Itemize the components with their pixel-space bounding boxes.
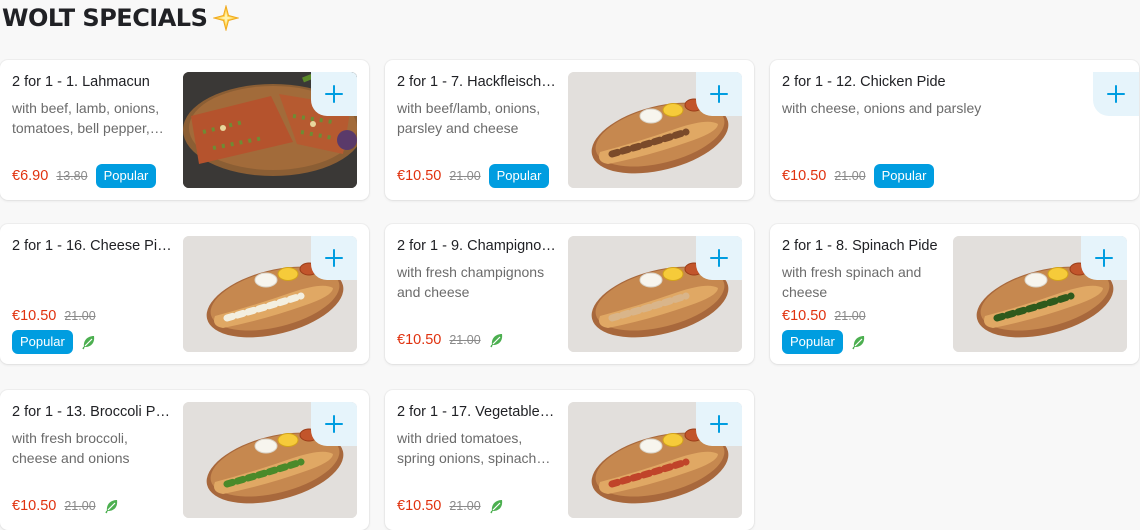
item-name: 2 for 1 - 12. Chicken Pide [782, 74, 946, 90]
item-price: €10.50 [397, 498, 442, 514]
add-to-cart-button[interactable] [311, 402, 357, 446]
item-description: with dried tomatoes, spring onions, spin… [397, 430, 537, 466]
popular-badge: Popular [95, 164, 157, 188]
item-price: €10.50 [12, 308, 57, 324]
item-price: €10.50 [782, 168, 827, 184]
item-description: with beef, lamb, onions, tomatoes, bell … [12, 100, 160, 136]
item-original-price: 21.00 [834, 169, 866, 183]
item-original-price: 21.00 [449, 499, 481, 513]
add-to-cart-button[interactable] [1081, 236, 1127, 280]
popular-badge: Popular [488, 164, 550, 188]
plus-icon [1107, 85, 1125, 103]
vegetarian-leaf-icon [852, 336, 864, 350]
item-original-price: 21.00 [64, 499, 96, 513]
price-row: €6.90 13.80 Popular [12, 164, 157, 188]
menu-item-card[interactable]: 2 for 1 - 16. Cheese Pide €10.50 21.00 Popu… [0, 224, 369, 364]
plus-icon [325, 415, 343, 433]
item-description: with cheese, onions and parsley [782, 100, 982, 116]
tag-row: Popular [782, 330, 867, 354]
item-original-price: 21.00 [834, 309, 866, 323]
price-row: €10.50 21.00 Popular [782, 164, 935, 188]
plus-icon [710, 415, 728, 433]
item-description: with beef/lamb, onions, parsley and chee… [397, 100, 541, 136]
item-price: €10.50 [397, 332, 442, 348]
vegetarian-leaf-icon [489, 334, 502, 348]
vegetarian-leaf-icon [104, 500, 117, 514]
item-description: with fresh champignons and cheese [397, 264, 545, 300]
item-price: €10.50 [782, 308, 827, 324]
plus-icon [710, 85, 728, 103]
item-name: 2 for 1 - 9. Champignons Pide [397, 238, 557, 254]
price-row: €10.50 21.00 [12, 494, 120, 518]
item-name: 2 for 1 - 16. Cheese Pide [12, 238, 172, 254]
price-row: €10.50 21.00 [12, 304, 96, 328]
item-name: 2 for 1 - 1. Lahmacun [12, 74, 150, 90]
menu-item-card[interactable]: 2 for 1 - 8. Spinach Pide with fresh spin… [770, 224, 1139, 364]
plus-icon [325, 249, 343, 267]
item-original-price: 13.80 [56, 169, 88, 183]
plus-icon [325, 85, 343, 103]
add-to-cart-button[interactable] [1093, 72, 1139, 116]
plus-icon [710, 249, 728, 267]
vegetarian-leaf-icon [489, 500, 502, 514]
vegetarian-leaf-icon [82, 336, 94, 350]
item-name: 2 for 1 - 7. Hackfleisch Pide [397, 74, 557, 90]
tag-row: Popular [12, 330, 97, 354]
add-to-cart-button[interactable] [311, 72, 357, 116]
price-row: €10.50 21.00 [782, 304, 866, 328]
add-to-cart-button[interactable] [696, 402, 742, 446]
item-price: €10.50 [397, 168, 442, 184]
item-price: €10.50 [12, 498, 57, 514]
add-to-cart-button[interactable] [696, 72, 742, 116]
menu-item-card[interactable]: 2 for 1 - 17. Vegetable Pide with dried t… [385, 390, 754, 530]
item-original-price: 21.00 [64, 309, 96, 323]
add-to-cart-button[interactable] [696, 236, 742, 280]
price-row: €10.50 21.00 [397, 494, 505, 518]
price-row: €10.50 21.00 Popular [397, 164, 550, 188]
item-original-price: 21.00 [449, 169, 481, 183]
add-to-cart-button[interactable] [311, 236, 357, 280]
menu-grid: 2 for 1 - 1. Lahmacun with beef, lamb, on… [0, 0, 1140, 530]
menu-item-card[interactable]: 2 for 1 - 1. Lahmacun with beef, lamb, on… [0, 60, 369, 200]
menu-item-card[interactable]: 2 for 1 - 13. Broccoli Pide with fresh br… [0, 390, 369, 530]
plus-icon [1095, 249, 1113, 267]
item-description: with fresh broccoli, cheese and onions [12, 430, 130, 466]
item-name: 2 for 1 - 17. Vegetable Pide [397, 404, 557, 420]
menu-item-card[interactable]: 2 for 1 - 12. Chicken Pide with cheese, o… [770, 60, 1139, 200]
menu-item-card[interactable]: 2 for 1 - 9. Champignons Pide with fresh … [385, 224, 754, 364]
item-price: €6.90 [12, 168, 49, 184]
popular-badge: Popular [12, 330, 73, 354]
popular-badge: Popular [873, 164, 935, 188]
item-description: with fresh spinach and cheese [782, 264, 922, 300]
popular-badge: Popular [782, 330, 843, 354]
item-name: 2 for 1 - 13. Broccoli Pide [12, 404, 172, 420]
item-original-price: 21.00 [449, 333, 481, 347]
item-name: 2 for 1 - 8. Spinach Pide [782, 238, 938, 254]
menu-item-card[interactable]: 2 for 1 - 7. Hackfleisch Pide with beef/l… [385, 60, 754, 200]
price-row: €10.50 21.00 [397, 328, 505, 352]
